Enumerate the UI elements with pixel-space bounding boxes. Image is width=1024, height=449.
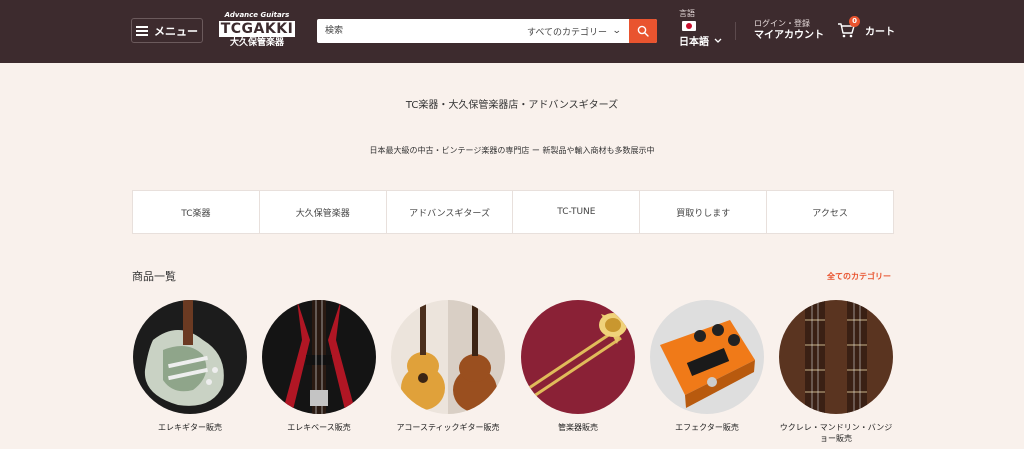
category-label: ウクレレ・マンドリン・バンジョー販売 <box>779 423 893 443</box>
japan-flag-icon <box>682 21 696 31</box>
logo-sub-text: 大久保管楽器 <box>229 38 284 48</box>
language-selector[interactable]: 言語 日本語 <box>679 9 722 48</box>
search-button[interactable] <box>629 19 657 43</box>
effector-pedal-image <box>650 300 764 414</box>
logo-main-text: TCGAKKI <box>219 21 295 37</box>
logo-top-text: Advance Guitars <box>224 11 290 19</box>
language-label: 言語 <box>679 9 695 18</box>
nav-item-buyback[interactable]: 買取りします <box>640 191 768 233</box>
category-effectors[interactable]: エフェクター販売 <box>649 300 765 433</box>
category-electric-bass[interactable]: エレキベース販売 <box>261 300 377 433</box>
search-input[interactable] <box>317 19 517 43</box>
nav-item-okubo[interactable]: 大久保管楽器 <box>260 191 387 233</box>
category-label: エフェクター販売 <box>675 423 739 432</box>
cart-link[interactable]: 0 カート <box>837 16 895 38</box>
nav-item-advance-guitars[interactable]: アドバンスギターズ <box>387 191 514 233</box>
category-ukulele-mandolin-banjo[interactable]: ウクレレ・マンドリン・バンジョー販売 <box>778 300 894 444</box>
language-value: 日本語 <box>679 37 709 48</box>
category-wind-instruments[interactable]: 管楽器販売 <box>520 300 636 433</box>
products-section-title: 商品一覧 <box>132 270 176 283</box>
search-icon <box>637 25 649 37</box>
nav-item-tc-tune[interactable]: TC-TUNE <box>513 191 641 233</box>
nav-item-access[interactable]: アクセス <box>767 191 893 233</box>
cart-icon: 0 <box>837 16 860 38</box>
login-register-label: ログイン・登録 <box>754 19 810 28</box>
category-acoustic-guitar[interactable]: アコースティックギター販売 <box>390 300 506 433</box>
trombone-image <box>521 300 635 414</box>
category-select-value: すべてのカテゴリー <box>527 27 608 38</box>
electric-guitar-image <box>133 300 247 414</box>
site-logo[interactable]: Advance Guitars TCGAKKI 大久保管楽器 <box>218 11 296 51</box>
account-link[interactable]: ログイン・登録 マイアカウント <box>754 19 824 43</box>
header-divider <box>735 22 736 40</box>
category-label: エレキベース販売 <box>287 423 351 432</box>
category-label: エレキギター販売 <box>158 423 222 432</box>
cart-label: カート <box>865 26 895 38</box>
store-nav: TC楽器 大久保管楽器 アドバンスギターズ TC-TUNE 買取りします アクセ… <box>132 190 894 234</box>
electric-bass-image <box>262 300 376 414</box>
search-bar: すべてのカテゴリー ⌄ <box>317 19 657 43</box>
hero-title: TC楽器・大久保管楽器店・アドバンスギターズ <box>405 100 619 111</box>
acoustic-guitar-image <box>391 300 505 414</box>
menu-button[interactable]: メニュー <box>131 18 203 43</box>
my-account-label: マイアカウント <box>754 30 824 41</box>
category-label: 管楽器販売 <box>558 423 598 432</box>
chevron-down-icon <box>714 38 722 43</box>
category-electric-guitar[interactable]: エレキギター販売 <box>132 300 248 433</box>
cart-count-badge: 0 <box>849 16 860 27</box>
all-categories-link[interactable]: 全てのカテゴリー <box>827 271 891 282</box>
chevron-down-icon: ⌄ <box>611 26 622 36</box>
ukulele-image <box>779 300 893 414</box>
site-header: メニュー Advance Guitars TCGAKKI 大久保管楽器 すべての… <box>0 0 1024 63</box>
hero-subtitle: 日本最大級の中古・ビンテージ楽器の専門店 ー 新製品や輸入商材も多数展示中 <box>369 146 655 155</box>
nav-item-tc-gakki[interactable]: TC楽器 <box>133 191 260 233</box>
menu-label: メニュー <box>154 24 198 38</box>
hamburger-icon <box>136 26 148 36</box>
category-label: アコースティックギター販売 <box>396 423 500 432</box>
category-select[interactable]: すべてのカテゴリー ⌄ <box>527 19 622 43</box>
